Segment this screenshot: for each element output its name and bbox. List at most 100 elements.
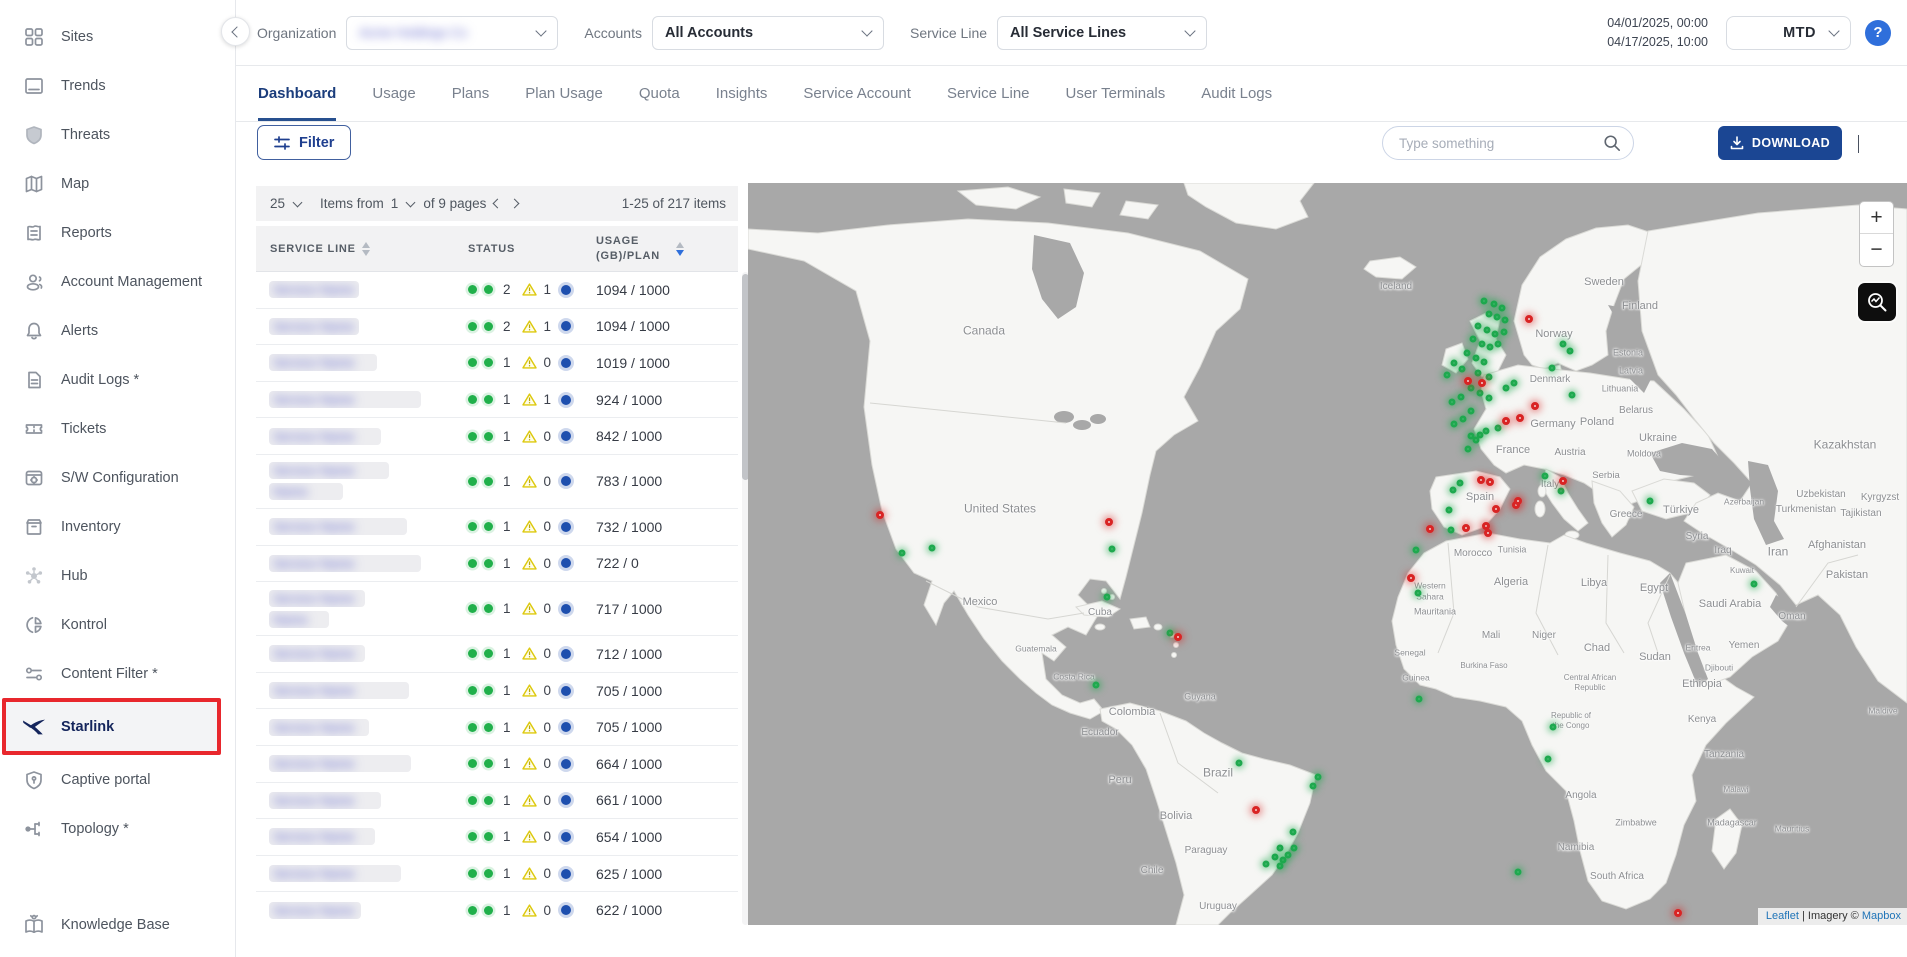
map-marker-online[interactable] [1446,507,1453,514]
sidebar-item-topology[interactable]: Topology * [0,804,235,853]
map-marker-online[interactable] [1569,392,1576,399]
mapbox-link[interactable]: Mapbox [1862,910,1901,922]
map-marker-alert[interactable] [1486,478,1494,486]
map-marker-online[interactable] [1486,395,1493,402]
map-marker-online[interactable] [1545,756,1552,763]
map-marker-online[interactable] [1481,298,1488,305]
map-marker-online[interactable] [1492,331,1499,338]
table-row[interactable]: Service Name10625 / 1000 [256,856,738,893]
map-marker-online[interactable] [1475,323,1482,330]
map-marker-online[interactable] [1470,336,1477,343]
map-zoom-out-button[interactable]: − [1860,234,1893,266]
map-marker-online[interactable] [1263,861,1270,868]
map-marker-online[interactable] [1486,311,1493,318]
sidebar-item-kontrol[interactable]: Kontrol [0,600,235,649]
map-marker-online[interactable] [1413,547,1420,554]
map-marker-online[interactable] [1550,724,1557,731]
tab-plan-usage[interactable]: Plan Usage [525,66,603,121]
map-marker-alert[interactable] [1477,476,1485,484]
map-marker-online[interactable] [1491,301,1498,308]
map-marker-online[interactable] [929,545,936,552]
table-row[interactable]: Service Name10842 / 1000 [256,418,738,455]
map-marker-online[interactable] [1468,408,1475,415]
map-marker-online[interactable] [1457,480,1464,487]
map-marker-online[interactable] [1502,317,1509,324]
table-row[interactable]: Service Name10722 / 0 [256,546,738,583]
tab-plans[interactable]: Plans [452,66,490,121]
table-row[interactable]: Service Name10705 / 1000 [256,673,738,710]
sidebar-item-content-filter[interactable]: Content Filter * [0,649,235,698]
service-line-name-redacted[interactable]: Service Name [269,719,369,736]
map-marker-online[interactable] [1465,446,1472,453]
map-marker-online[interactable] [1458,394,1465,401]
map-marker-online[interactable] [1549,365,1556,372]
map-marker-alert[interactable] [1462,524,1470,532]
map-zoom-in-button[interactable]: + [1860,202,1893,234]
download-options-chevron[interactable] [1858,135,1859,153]
sidebar-item-trends[interactable]: Trends [0,61,235,110]
table-row[interactable]: Service Name10712 / 1000 [256,636,738,673]
map-marker-alert[interactable] [876,511,884,519]
map-marker-alert[interactable] [1502,417,1510,425]
sidebar-item-account-management[interactable]: Account Management [0,257,235,306]
sidebar-item-knowledge-base[interactable]: Knowledge Base [0,900,235,949]
map-marker-alert[interactable] [1531,402,1539,410]
map-marker-online[interactable] [1277,845,1284,852]
map-marker-online[interactable] [1236,760,1243,767]
leaflet-link[interactable]: Leaflet [1766,910,1799,922]
map-marker-online[interactable] [1501,329,1508,336]
map-marker-online[interactable] [1093,682,1100,689]
map-marker-online[interactable] [1567,348,1574,355]
map-marker-alert[interactable] [1559,477,1567,485]
service-line-name-redacted[interactable]: Service Name [269,828,375,845]
sidebar-item-starlink[interactable]: Starlink [2,698,221,755]
service-line-name-redacted[interactable]: Service Name [269,281,359,298]
column-service-line[interactable]: SERVICE LINE [270,243,356,255]
sidebar-item-reports[interactable]: Reports [0,208,235,257]
service-line-name-redacted[interactable]: Service Name [269,792,381,809]
map-marker-alert[interactable] [1492,505,1500,513]
map-marker-alert[interactable] [1252,806,1260,814]
map-marker-online[interactable] [1459,366,1466,373]
service-line-name-redacted[interactable]: Service Name [269,865,401,882]
map-marker-online[interactable] [1315,774,1322,781]
page-number-chevron-icon[interactable] [406,198,416,208]
service-line-name-redacted[interactable]: Service Name [269,462,389,479]
map-marker-online[interactable] [1444,372,1451,379]
service-line-name-redacted[interactable]: Service Name [269,518,407,535]
column-status[interactable]: STATUS [468,243,515,255]
table-row[interactable]: Service Name10705 / 1000 [256,709,738,746]
table-row[interactable]: Service Name10664 / 1000 [256,746,738,783]
accounts-select[interactable]: All Accounts [652,16,884,50]
map-marker-online[interactable] [1558,488,1565,495]
table-row[interactable]: Service NameName10783 / 1000 [256,455,738,509]
time-range-select[interactable]: MTD [1726,16,1851,50]
map-marker-alert[interactable] [1478,379,1486,387]
map-marker-online[interactable] [1515,869,1522,876]
service-line-select[interactable]: All Service Lines [997,16,1207,50]
help-button[interactable]: ? [1865,20,1891,46]
sidebar-item-inventory[interactable]: Inventory [0,502,235,551]
table-row[interactable]: Service Name211094 / 1000 [256,272,738,309]
sidebar-item-sites[interactable]: Sites [0,12,235,61]
map-marker-alert[interactable] [1514,497,1522,505]
map-marker-online[interactable] [899,550,906,557]
map-marker-online[interactable] [1511,380,1518,387]
filter-button[interactable]: Filter [257,125,351,160]
map-marker-online[interactable] [1468,385,1475,392]
tab-dashboard[interactable]: Dashboard [258,66,336,121]
map-marker-online[interactable] [1464,350,1471,357]
map-marker-alert[interactable] [1516,414,1524,422]
next-page-icon[interactable] [510,199,520,209]
map-marker-online[interactable] [1486,374,1493,381]
map-marker-online[interactable] [1451,360,1458,367]
map-marker-online[interactable] [1473,437,1480,444]
map-marker-online[interactable] [1560,341,1567,348]
tab-service-account[interactable]: Service Account [803,66,911,121]
previous-page-icon[interactable] [493,199,503,209]
map-marker-online[interactable] [1477,390,1484,397]
tab-usage[interactable]: Usage [372,66,415,121]
tab-user-terminals[interactable]: User Terminals [1066,66,1166,121]
world-map[interactable]: CanadaUnited StatesMexicoCubaGuatemalaCo… [748,183,1907,925]
column-usage[interactable]: USAGE(GB)/PLAN [596,234,670,264]
